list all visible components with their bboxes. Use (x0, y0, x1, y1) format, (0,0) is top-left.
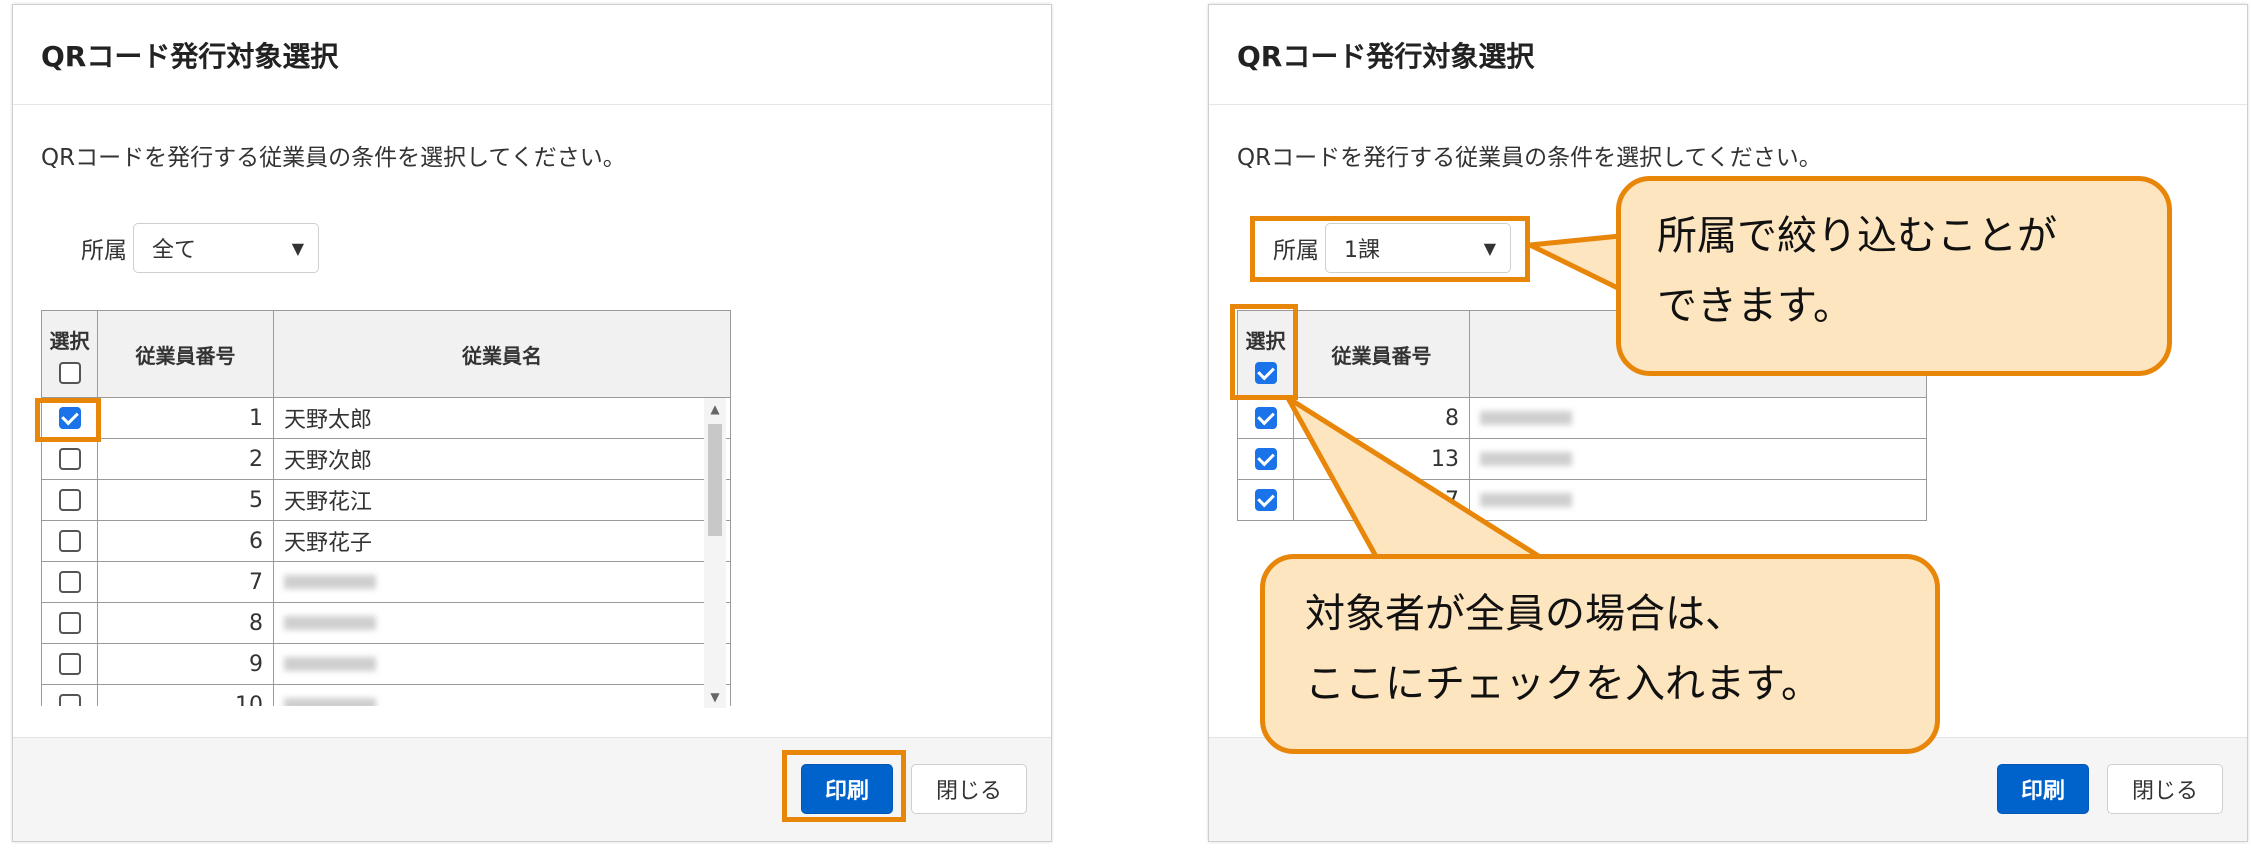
callout-checkall-line-2: ここにチェックを入れます。 (1305, 661, 1821, 707)
callout-checkall-line-1: 対象者が全員の場合は、 (1305, 591, 1745, 637)
callout-filter-tail (1527, 233, 1633, 297)
callout-filter-line-1: 所属で絞り込むことが (1657, 213, 2057, 259)
callout-filter-line-2: できます。 (1657, 283, 1853, 329)
callout-filter: 所属で絞り込むことが できます。 (1616, 176, 2172, 376)
callout-checkall: 対象者が全員の場合は、 ここにチェックを入れます。 (1260, 554, 1940, 754)
callout-checkall-tail (1285, 395, 1551, 565)
